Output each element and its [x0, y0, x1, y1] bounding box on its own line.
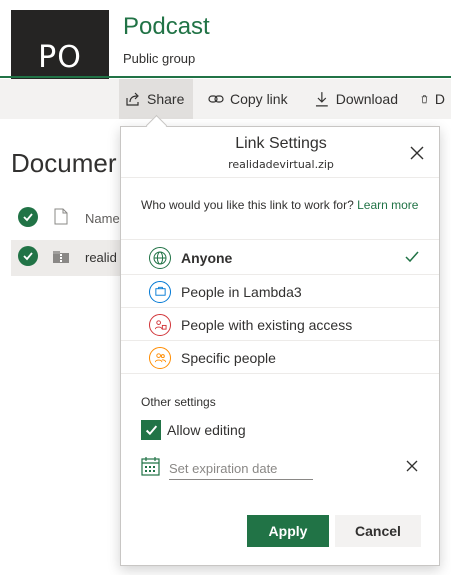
- delete-label: D: [434, 91, 445, 107]
- avatar-initials: PO: [38, 40, 82, 75]
- file-type-icon: [54, 208, 68, 225]
- check-icon: [145, 425, 157, 435]
- option-label: Anyone: [181, 249, 233, 266]
- option-specific-people[interactable]: Specific people: [121, 341, 439, 374]
- check-icon: [23, 252, 33, 261]
- learn-more-link[interactable]: Learn more: [357, 198, 418, 212]
- option-label: People in Lambda3: [181, 283, 302, 300]
- globe-icon: [149, 246, 171, 269]
- expiration-date-input[interactable]: [169, 457, 313, 480]
- other-settings-heading: Other settings: [141, 395, 216, 409]
- link-settings-dialog: Link Settings realidadevirtual.zip Who w…: [120, 126, 440, 566]
- link-icon: [208, 95, 224, 103]
- divider: [121, 239, 439, 240]
- option-existing-access[interactable]: People with existing access: [121, 308, 439, 341]
- allow-editing-label: Allow editing: [167, 422, 246, 438]
- library-heading: Documer: [11, 148, 117, 178]
- people-icon: [149, 346, 171, 369]
- close-icon[interactable]: [409, 145, 425, 161]
- row-checkbox[interactable]: [18, 246, 38, 266]
- clear-date-icon[interactable]: [406, 460, 418, 472]
- selected-check-icon: [405, 251, 419, 263]
- audience-question: Who would you like this link to work for…: [141, 197, 423, 214]
- divider: [121, 177, 439, 178]
- select-all-checkbox[interactable]: [18, 207, 38, 227]
- option-people-in-org[interactable]: People in Lambda3: [121, 275, 439, 308]
- option-anyone[interactable]: Anyone: [121, 241, 439, 274]
- cancel-button[interactable]: Cancel: [335, 515, 421, 547]
- option-label: Specific people: [181, 349, 276, 366]
- briefcase-icon: [149, 280, 171, 303]
- site-subtitle: Public group: [123, 51, 196, 66]
- question-text: Who would you like this link to work for…: [141, 198, 354, 212]
- share-label: Share: [147, 91, 185, 107]
- calendar-icon[interactable]: [141, 457, 160, 476]
- apply-button[interactable]: Apply: [247, 515, 329, 547]
- download-command[interactable]: Download: [308, 79, 404, 119]
- dialog-title: Link Settings: [235, 135, 327, 152]
- allow-editing-checkbox[interactable]: [141, 420, 161, 440]
- site-title[interactable]: Podcast: [123, 13, 210, 41]
- download-label: Download: [335, 91, 398, 107]
- download-icon: [315, 92, 328, 107]
- share-icon: [126, 92, 139, 106]
- dialog-file-name: realidadevirtual.zip: [228, 158, 334, 171]
- share-command[interactable]: Share: [119, 79, 193, 119]
- copy-link-label: Copy link: [230, 91, 288, 107]
- copy-link-command[interactable]: Copy link: [202, 79, 297, 119]
- zip-file-icon: [53, 251, 69, 263]
- divider: [121, 373, 439, 374]
- column-header-name[interactable]: Name: [85, 211, 120, 226]
- option-label: People with existing access: [181, 316, 353, 333]
- delete-command[interactable]: D: [414, 79, 451, 119]
- header-divider: [0, 76, 451, 78]
- file-name-cell[interactable]: realid: [85, 250, 117, 265]
- delete-icon: [421, 95, 428, 104]
- people-lock-icon: [149, 313, 171, 336]
- check-icon: [23, 213, 33, 222]
